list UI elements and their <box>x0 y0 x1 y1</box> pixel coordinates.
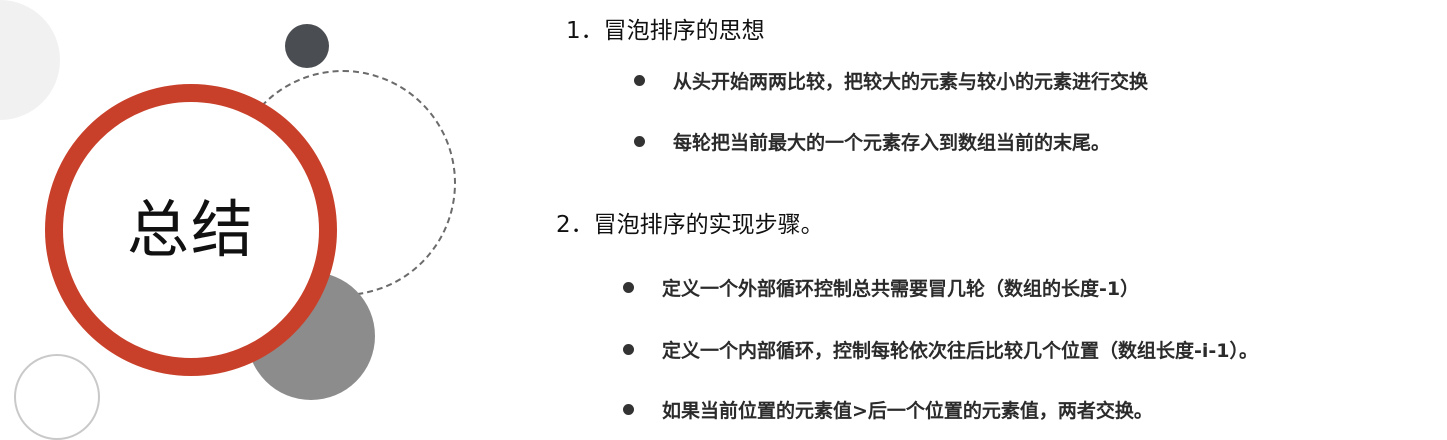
decorative-outline-circle <box>14 354 100 440</box>
bullet-dot-icon <box>623 404 634 415</box>
summary-badge-label: 总结 <box>126 193 255 266</box>
section-heading-idea: 1．冒泡排序的思想 <box>566 18 765 44</box>
bullet-text: 定义一个内部循环，控制每轮依次往后比较几个位置（数组长度-i-1）。 <box>662 340 1259 362</box>
summary-badge: 总结 <box>45 84 337 376</box>
bullet-dot-icon <box>634 136 645 147</box>
bullet-text: 每轮把当前最大的一个元素存入到数组当前的末尾。 <box>673 132 1111 154</box>
bullet-text: 定义一个外部循环控制总共需要冒几轮（数组的长度-1） <box>662 278 1140 300</box>
section-heading-steps: 2．冒泡排序的实现步骤。 <box>556 212 824 238</box>
bullet-text: 如果当前位置的元素值>后一个位置的元素值，两者交换。 <box>662 400 1153 422</box>
bullet-dot-icon <box>623 282 634 293</box>
decorative-dark-dot <box>285 24 329 68</box>
bullet-item: 定义一个外部循环控制总共需要冒几轮（数组的长度-1） <box>623 274 1139 301</box>
bullet-item: 从头开始两两比较，把较大的元素与较小的元素进行交换 <box>634 67 1148 94</box>
decorative-light-circle <box>0 0 60 120</box>
bullet-item: 定义一个内部循环，控制每轮依次往后比较几个位置（数组长度-i-1）。 <box>623 336 1258 363</box>
bullet-dot-icon <box>623 344 634 355</box>
bullet-item: 每轮把当前最大的一个元素存入到数组当前的末尾。 <box>634 128 1110 155</box>
bullet-dot-icon <box>634 75 645 86</box>
bullet-item: 如果当前位置的元素值>后一个位置的元素值，两者交换。 <box>623 396 1153 423</box>
bullet-text: 从头开始两两比较，把较大的元素与较小的元素进行交换 <box>673 71 1149 93</box>
